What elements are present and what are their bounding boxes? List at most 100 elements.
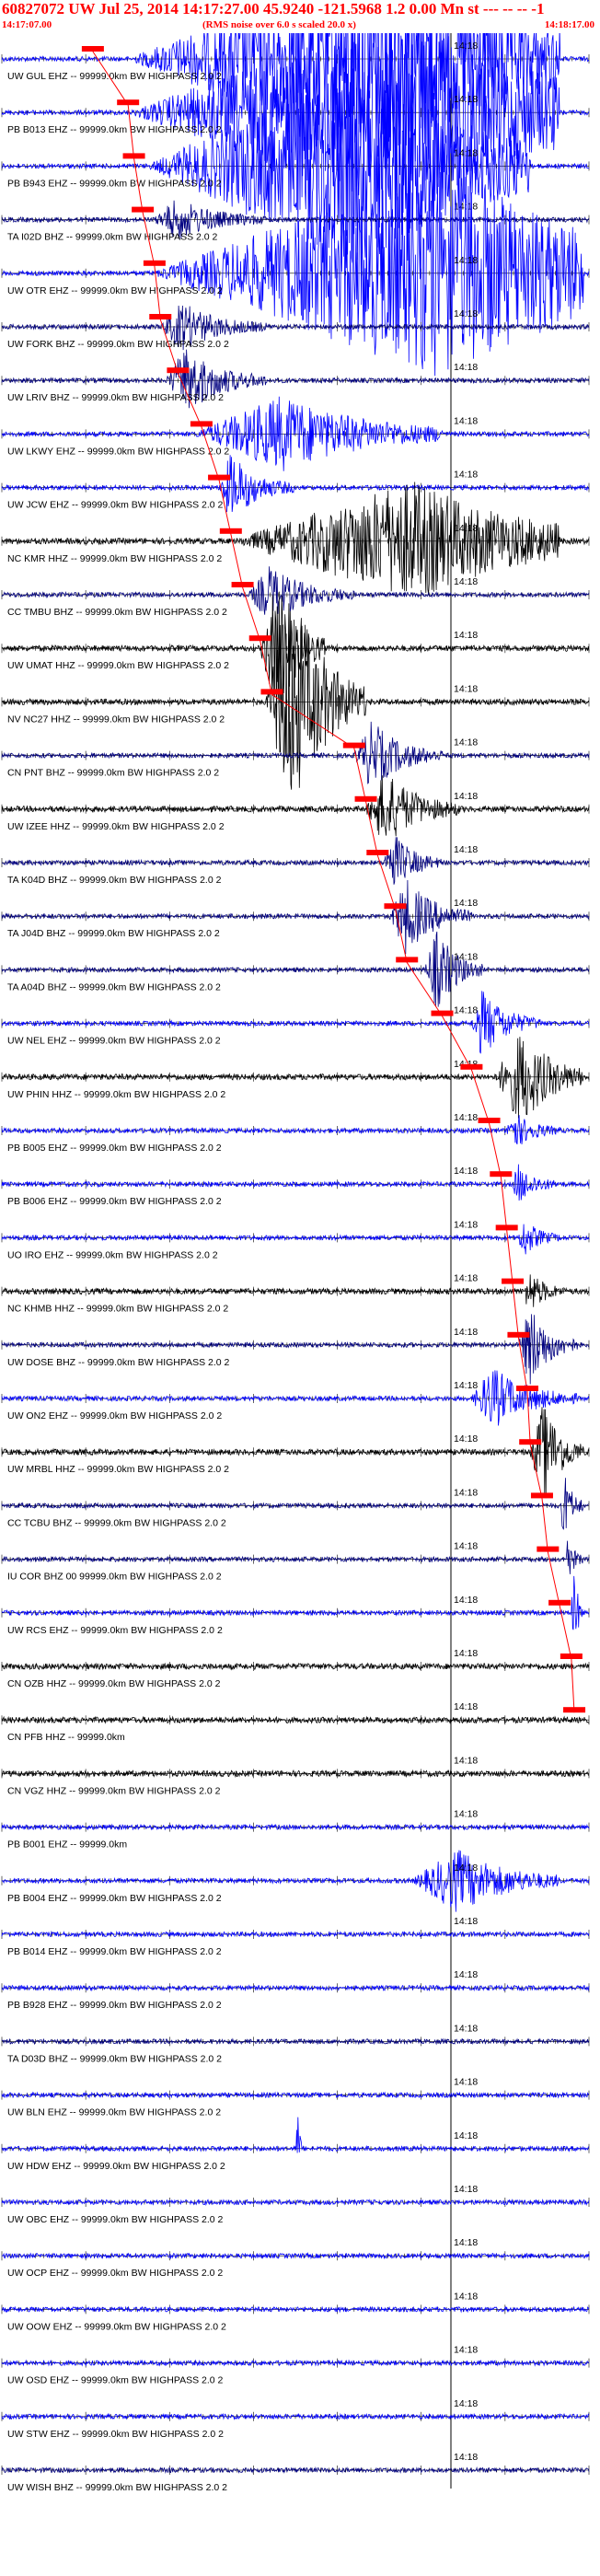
channel-label: UW JCW EHZ -- 99999.0km BW HIGHPASS 2.0 …	[7, 500, 224, 511]
channel-label: TA A04D BHZ -- 99999.0km BW HIGHPASS 2.0…	[7, 981, 221, 992]
channel-label: UW ON2 EHZ -- 99999.0km BW HIGHPASS 2.0 …	[7, 1410, 222, 1421]
channel-label: UW IZEE HHZ -- 99999.0km BW HIGHPASS 2.0…	[7, 821, 225, 832]
time-range-row: 14:17:07.00 (RMS noise over 6.0 s scaled…	[0, 19, 600, 32]
minute-label: 14:18	[454, 1862, 478, 1874]
minute-label: 14:18	[454, 2345, 478, 2356]
channel-label: UW DOSE BHZ -- 99999.0km BW HIGHPASS 2.0…	[7, 1357, 230, 1368]
channel-label: UW OOW EHZ -- 99999.0km BW HIGHPASS 2.0 …	[7, 2321, 226, 2332]
record-header: 60827072 UW Jul 25, 2014 14:17:27.00 45.…	[0, 0, 600, 33]
minute-label: 14:18	[454, 255, 478, 266]
minute-label: 14:18	[454, 2023, 478, 2034]
channel-label: IU COR BHZ 00 99999.0km BW HIGHPASS 2.0 …	[7, 1572, 222, 1583]
channel-label: UW OCP EHZ -- 99999.0km BW HIGHPASS 2.0 …	[7, 2268, 223, 2279]
minute-label: 14:18	[454, 1701, 478, 1712]
event-summary: 60827072 UW Jul 25, 2014 14:17:27.00 45.…	[2, 0, 545, 17]
minute-label: 14:18	[454, 737, 478, 748]
channel-label: TA J04D BHZ -- 99999.0km BW HIGHPASS 2.0…	[7, 928, 220, 939]
minute-label: 14:18	[454, 683, 478, 694]
channel-label: NC KMR HHZ -- 99999.0km BW HIGHPASS 2.0 …	[7, 553, 222, 564]
minute-label: 14:18	[454, 1380, 478, 1391]
minute-label: 14:18	[454, 1273, 478, 1284]
channel-label: UW OBC EHZ -- 99999.0km BW HIGHPASS 2.0 …	[7, 2214, 224, 2225]
minute-label: 14:18	[454, 470, 478, 481]
minute-label: 14:18	[454, 1916, 478, 1927]
channel-label: UW RCS EHZ -- 99999.0km BW HIGHPASS 2.0 …	[7, 1625, 223, 1636]
channel-label: NV NC27 HHZ -- 99999.0km BW HIGHPASS 2.0…	[7, 714, 225, 725]
channel-label: PB B013 EHZ -- 99999.0km BW HIGHPASS 2.0…	[7, 124, 222, 135]
minute-label: 14:18	[454, 1755, 478, 1766]
waveform-trace	[1, 1575, 590, 1630]
channel-label: UW NEL EHZ -- 99999.0km BW HIGHPASS 2.0 …	[7, 1036, 221, 1047]
channel-label: NC KHMB HHZ -- 99999.0km BW HIGHPASS 2.0…	[7, 1304, 228, 1315]
channel-label: PB B005 EHZ -- 99999.0km BW HIGHPASS 2.0…	[7, 1143, 222, 1154]
channel-label: CC TMBU BHZ -- 99999.0km BW HIGHPASS 2.0…	[7, 607, 227, 618]
channel-label: TA I02D BHZ -- 99999.0km BW HIGHPASS 2.0…	[7, 232, 218, 243]
channel-label: CC TCBU BHZ -- 99999.0km BW HIGHPASS 2.0…	[7, 1517, 226, 1528]
minute-label: 14:18	[454, 2077, 478, 2088]
minute-label: 14:18	[454, 1969, 478, 1980]
channel-label: UW HDW EHZ -- 99999.0km BW HIGHPASS 2.0 …	[7, 2161, 225, 2172]
minute-label: 14:18	[454, 2398, 478, 2409]
minute-label: 14:18	[454, 147, 478, 158]
minute-label: 14:18	[454, 1327, 478, 1338]
minute-label: 14:18	[454, 630, 478, 641]
channel-label: PB B943 EHZ -- 99999.0km BW HIGHPASS 2.0…	[7, 178, 222, 189]
channel-label: PB B006 EHZ -- 99999.0km BW HIGHPASS 2.0…	[7, 1196, 222, 1207]
minute-label: 14:18	[454, 1809, 478, 1820]
channel-label: UW PHIN HHZ -- 99999.0km BW HIGHPASS 2.0…	[7, 1089, 225, 1100]
minute-label: 14:18	[454, 2452, 478, 2463]
minute-label: 14:18	[454, 1219, 478, 1230]
minute-label: 14:18	[454, 1005, 478, 1016]
channel-label: TA K04D BHZ -- 99999.0km BW HIGHPASS 2.0…	[7, 875, 222, 886]
minute-label: 14:18	[454, 94, 478, 105]
minute-label: 14:18	[454, 2237, 478, 2248]
minute-label: 14:18	[454, 951, 478, 962]
minute-label: 14:18	[454, 1595, 478, 1606]
minute-label: 14:18	[454, 415, 478, 426]
waveform-trace	[1, 603, 590, 790]
waveform-trace	[1, 879, 590, 955]
pick-marker	[81, 46, 104, 52]
minute-label: 14:18	[454, 898, 478, 909]
channel-label: TA D03D BHZ -- 99999.0km BW HIGHPASS 2.0…	[7, 2053, 222, 2064]
minute-label: 14:18	[454, 1541, 478, 1552]
channel-label: UW OTR EHZ -- 99999.0km BW HIGHPASS 2.0 …	[7, 285, 223, 296]
channel-label: CN PNT BHZ -- 99999.0km BW HIGHPASS 2.0 …	[7, 768, 219, 779]
minute-label: 14:18	[454, 202, 478, 213]
noise-note: (RMS noise over 6.0 s scaled 20.0 x)	[202, 19, 356, 30]
minute-label: 14:18	[454, 2130, 478, 2141]
channel-label: UW UMAT HHZ -- 99999.0km BW HIGHPASS 2.0…	[7, 660, 229, 671]
channel-label: UW LKWY EHZ -- 99999.0km BW HIGHPASS 2.0…	[7, 446, 229, 457]
end-time: 14:18:17.00	[544, 19, 594, 30]
minute-label: 14:18	[454, 791, 478, 802]
channel-label: UW GUL EHZ -- 99999.0km BW HIGHPASS 2.0 …	[7, 71, 222, 82]
minute-label: 14:18	[454, 1648, 478, 1659]
channel-label: CN OZB HHZ -- 99999.0km BW HIGHPASS 2.0 …	[7, 1678, 221, 1689]
channel-label: UW STW EHZ -- 99999.0km BW HIGHPASS 2.0 …	[7, 2429, 224, 2440]
channel-label: CN PFB HHZ -- 99999.0km	[7, 1732, 125, 1743]
channel-label: PB B004 EHZ -- 99999.0km BW HIGHPASS 2.0…	[7, 1893, 222, 1904]
minute-label: 14:18	[454, 844, 478, 855]
minute-label: 14:18	[454, 308, 478, 319]
waveform-trace	[1, 1314, 590, 1385]
minute-label: 14:18	[454, 2184, 478, 2195]
minute-label: 14:18	[454, 2291, 478, 2302]
channel-label: UW FORK BHZ -- 99999.0km BW HIGHPASS 2.0…	[7, 339, 229, 350]
channel-label: PB B014 EHZ -- 99999.0km BW HIGHPASS 2.0…	[7, 1946, 222, 1957]
waveform-trace	[1, 2117, 590, 2153]
channel-label: UW BLN EHZ -- 99999.0km BW HIGHPASS 2.0 …	[7, 2107, 221, 2118]
seismogram-plot: UW GUL EHZ -- 99999.0km BW HIGHPASS 2.0 …	[1, 33, 590, 2493]
minute-label: 14:18	[454, 1166, 478, 1177]
minute-label: 14:18	[454, 362, 478, 373]
channel-label: UW WISH BHZ -- 99999.0km BW HIGHPASS 2.0…	[7, 2482, 227, 2493]
minute-label: 14:18	[454, 576, 478, 587]
minute-label: 14:18	[454, 1433, 478, 1445]
minute-label: 14:18	[454, 1112, 478, 1123]
minute-label: 14:18	[454, 1487, 478, 1498]
channel-label: UW MRBL HHZ -- 99999.0km BW HIGHPASS 2.0…	[7, 1464, 229, 1475]
channel-label: UW OSD EHZ -- 99999.0km BW HIGHPASS 2.0 …	[7, 2375, 224, 2386]
start-time: 14:17:07.00	[2, 19, 52, 30]
channel-label: UW LRIV BHZ -- 99999.0km BW HIGHPASS 2.0…	[7, 392, 224, 403]
minute-label: 14:18	[454, 41, 478, 52]
channel-label: UO IRO EHZ -- 99999.0km BW HIGHPASS 2.0 …	[7, 1249, 218, 1260]
